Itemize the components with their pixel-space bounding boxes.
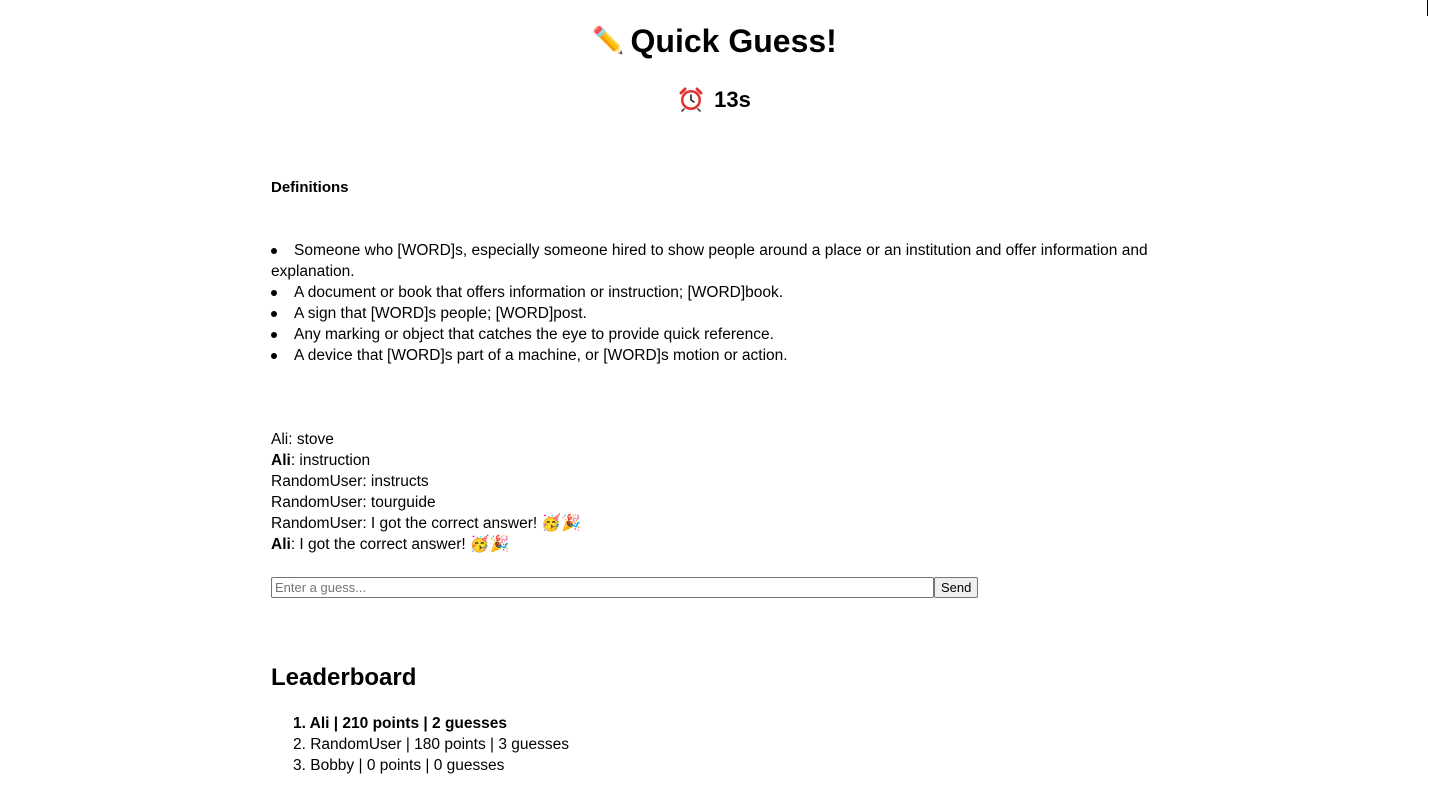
chat-message: RandomUser: instructs bbox=[271, 471, 1151, 492]
definition-item: A document or book that offers informati… bbox=[271, 282, 1151, 303]
leaderboard-entry: 2. RandomUser | 180 points | 3 guesses bbox=[293, 736, 570, 753]
chat-message: Ali: stove bbox=[271, 429, 1151, 450]
definition-item: Any marking or object that catches the e… bbox=[271, 324, 1151, 345]
chat-text: : instructs bbox=[362, 473, 429, 490]
page-title: ✏️ Quick Guess! bbox=[0, 20, 1429, 61]
chat-log: Ali: stove Ali: instruction RandomUser: … bbox=[271, 429, 1151, 555]
guess-input[interactable] bbox=[271, 577, 934, 598]
definitions-list: Someone who [WORD]s, especially someone … bbox=[271, 240, 1151, 366]
leaderboard-heading: Leaderboard bbox=[271, 664, 417, 691]
chat-user: Ali bbox=[271, 536, 291, 553]
chat-text: : stove bbox=[288, 431, 334, 448]
leaderboard-list: 1. Ali | 210 points | 2 guesses 2. Rando… bbox=[293, 713, 569, 776]
timer-value: 13s bbox=[714, 87, 751, 112]
leaderboard-entry: 3. Bobby | 0 points | 0 guesses bbox=[293, 757, 505, 774]
chat-message: RandomUser: tourguide bbox=[271, 492, 1151, 513]
chat-text: : I got the correct answer! bbox=[362, 515, 538, 532]
definitions-heading: Definitions bbox=[271, 179, 349, 196]
timer: 13s bbox=[0, 84, 1429, 116]
chat-user: Ali bbox=[271, 452, 291, 469]
chat-message: RandomUser: I got the correct answer! 🥳🎉 bbox=[271, 513, 1151, 534]
game-page: ✏️ Quick Guess! 13s Definitions Someone w… bbox=[0, 0, 1429, 795]
chat-user: RandomUser bbox=[271, 473, 363, 490]
definition-item: A sign that [WORD]s people; [WORD]post. bbox=[271, 303, 1151, 324]
definition-item: A device that [WORD]s part of a machine,… bbox=[271, 345, 1151, 366]
scrollbar-edge bbox=[1427, 0, 1428, 16]
chat-user: Ali bbox=[271, 431, 289, 448]
chat-user: RandomUser bbox=[271, 494, 363, 511]
party-emoji-icon: 🥳🎉 bbox=[469, 536, 510, 553]
chat-text: : tourguide bbox=[362, 494, 436, 511]
title-text: Quick Guess! bbox=[630, 23, 837, 59]
party-emoji-icon: 🥳🎉 bbox=[541, 515, 582, 532]
alarm-clock-icon bbox=[679, 87, 703, 112]
chat-text: : instruction bbox=[290, 452, 371, 469]
pencil-icon: ✏️ bbox=[592, 25, 625, 55]
chat-text: : I got the correct answer! bbox=[290, 536, 466, 553]
chat-user: RandomUser bbox=[271, 515, 363, 532]
leaderboard-entry: 1. Ali | 210 points | 2 guesses bbox=[293, 715, 507, 732]
send-button[interactable]: Send bbox=[934, 577, 979, 598]
definition-item: Someone who [WORD]s, especially someone … bbox=[271, 240, 1151, 282]
chat-message: Ali: I got the correct answer! 🥳🎉 bbox=[271, 534, 1151, 555]
guess-form: Send bbox=[271, 577, 979, 598]
chat-message: Ali: instruction bbox=[271, 450, 1151, 471]
